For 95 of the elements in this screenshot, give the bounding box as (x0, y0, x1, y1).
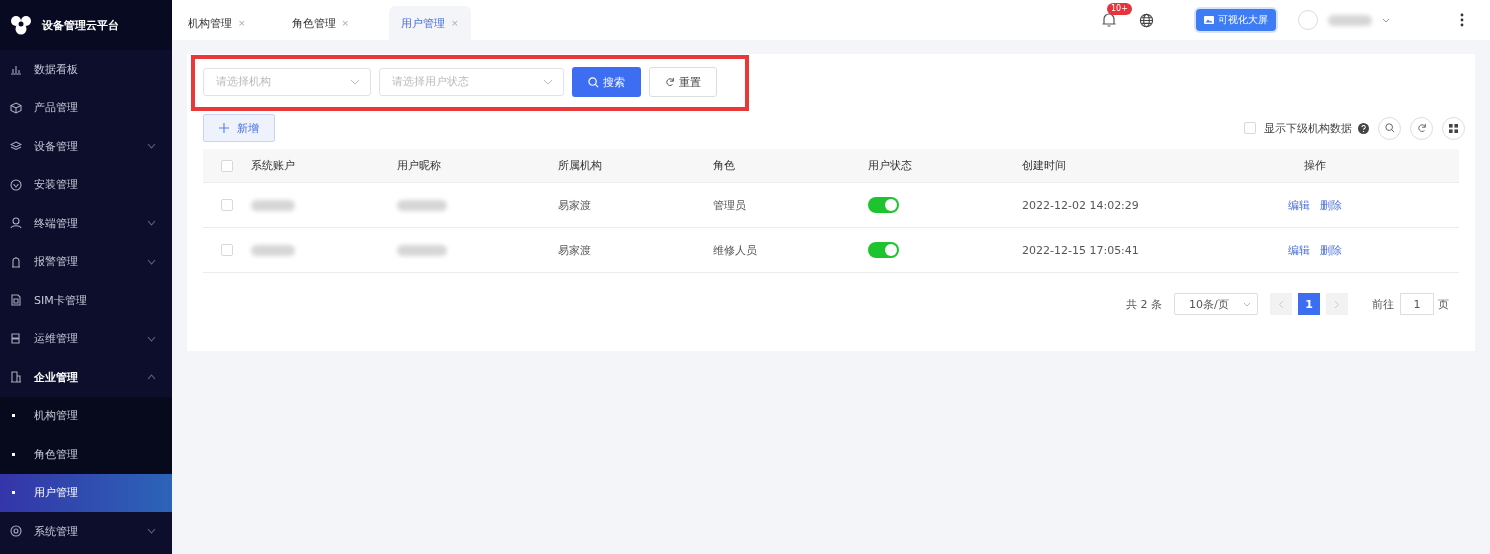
bullet-icon (12, 452, 15, 456)
column-header: 操作 (1303, 158, 1326, 173)
column-header: 所属机构 (558, 158, 602, 173)
check-circle-icon (10, 178, 22, 191)
server-icon (10, 332, 22, 345)
column-header: 角色 (713, 158, 735, 173)
avatar[interactable] (1298, 10, 1318, 30)
page-number-button[interactable]: 1 (1298, 293, 1320, 315)
checkbox[interactable] (1244, 122, 1256, 134)
search-icon (588, 76, 599, 88)
sidebar-item[interactable]: 安装管理 (0, 165, 172, 204)
sidebar-item[interactable]: 系统管理 (0, 512, 172, 551)
row-checkbox[interactable] (221, 199, 233, 211)
column-header: 创建时间 (1022, 158, 1066, 173)
edit-link[interactable]: 编辑 (1287, 242, 1310, 258)
chevron-icon (147, 220, 156, 227)
refresh-icon (665, 77, 675, 87)
table-cell: 维修人员 (713, 242, 757, 258)
page-tab[interactable]: 角色管理 × (285, 6, 362, 40)
user-icon (10, 217, 22, 230)
grid-icon (1449, 123, 1458, 133)
sidebar-subitem[interactable]: 角色管理 (0, 435, 172, 474)
chevron-icon (147, 374, 156, 381)
chevron-right-icon (1334, 299, 1340, 309)
column-header: 用户昵称 (397, 158, 441, 173)
table-cell: 2022-12-02 14:02:29 (1022, 198, 1139, 212)
goto-label: 前往 (1372, 296, 1394, 312)
delete-link[interactable]: 删除 (1319, 197, 1342, 213)
sidebar-item[interactable]: 终端管理 (0, 204, 172, 243)
search-button[interactable]: 搜索 (572, 67, 641, 97)
settings-icon (10, 525, 22, 538)
blurred-nickname (397, 244, 447, 256)
chevron-left-icon (1278, 299, 1284, 309)
notification-badge: 10+ (1107, 3, 1132, 15)
sidebar-item[interactable]: 产品管理 (0, 88, 172, 127)
logo-icon (10, 14, 32, 36)
select-all-checkbox[interactable] (221, 159, 233, 172)
image-icon (1204, 16, 1214, 24)
chevron-icon (147, 528, 156, 535)
dropdown-caret-icon (543, 79, 553, 85)
page-tab[interactable]: 用户管理 × (389, 6, 471, 40)
bullet-icon (12, 414, 15, 418)
bell-icon[interactable] (1101, 12, 1117, 28)
table-cell: 易家渡 (558, 242, 591, 258)
status-toggle[interactable] (868, 197, 899, 213)
dropdown-caret-icon (350, 79, 360, 85)
sidebar-item[interactable]: 数据看板 (0, 50, 172, 89)
page-unit-label: 页 (1438, 296, 1449, 312)
sidebar-item[interactable]: 运维管理 (0, 319, 172, 358)
cube-icon (10, 101, 22, 114)
chevron-icon (147, 258, 156, 265)
plus-icon (219, 123, 229, 133)
checkbox-label: 显示下级机构数据 (1264, 120, 1352, 136)
sidebar-item[interactable]: 报警管理 (0, 242, 172, 281)
chevron-icon (147, 143, 156, 150)
table-cell: 2022-12-15 17:05:41 (1022, 243, 1139, 257)
row-checkbox[interactable] (221, 244, 233, 256)
blurred-account (251, 244, 295, 256)
table-cell: 易家渡 (558, 197, 591, 213)
search-icon (1384, 123, 1395, 133)
sim-card-icon (10, 294, 22, 307)
delete-link[interactable]: 删除 (1319, 242, 1342, 258)
layers-icon (10, 140, 22, 153)
building-icon (10, 371, 22, 384)
refresh-icon (1416, 123, 1427, 133)
sidebar-subitem[interactable]: 机构管理 (0, 396, 172, 435)
table-cell: 管理员 (713, 197, 746, 213)
more-menu-icon[interactable] (1460, 13, 1464, 27)
blurred-user-name (1328, 14, 1372, 26)
column-header: 用户状态 (868, 158, 912, 173)
sidebar-item[interactable]: 企业管理 (0, 358, 172, 397)
page-input[interactable]: 1 (1400, 293, 1434, 315)
status-toggle[interactable] (868, 242, 899, 258)
visualize-screen-button[interactable]: 可视化大屏 (1196, 9, 1276, 31)
chevron-icon (147, 335, 156, 342)
alarm-icon (10, 255, 22, 268)
reset-button[interactable]: 重置 (649, 67, 717, 97)
help-icon[interactable] (1358, 122, 1369, 134)
blurred-account (251, 199, 295, 211)
dropdown-caret-icon (1243, 301, 1251, 307)
column-header: 系统账户 (251, 158, 295, 173)
total-count: 共 2 条 (1126, 296, 1162, 312)
sidebar-subitem[interactable]: 用户管理 (0, 473, 172, 512)
bullet-icon (12, 491, 15, 495)
page-tab[interactable]: 机构管理 × (182, 6, 258, 40)
sidebar-item[interactable]: 设备管理 (0, 127, 172, 166)
page-size-select[interactable]: 10条/页 (1174, 293, 1258, 315)
bar-chart-icon (10, 63, 22, 76)
edit-link[interactable]: 编辑 (1287, 197, 1310, 213)
sidebar-item[interactable]: SIM卡管理 (0, 281, 172, 320)
dropdown-caret-icon[interactable] (1382, 17, 1390, 23)
blurred-nickname (397, 199, 447, 211)
add-button[interactable]: 新增 (203, 114, 275, 142)
globe-icon[interactable] (1139, 12, 1154, 28)
platform-name: 设备管理云平台 (42, 17, 119, 33)
